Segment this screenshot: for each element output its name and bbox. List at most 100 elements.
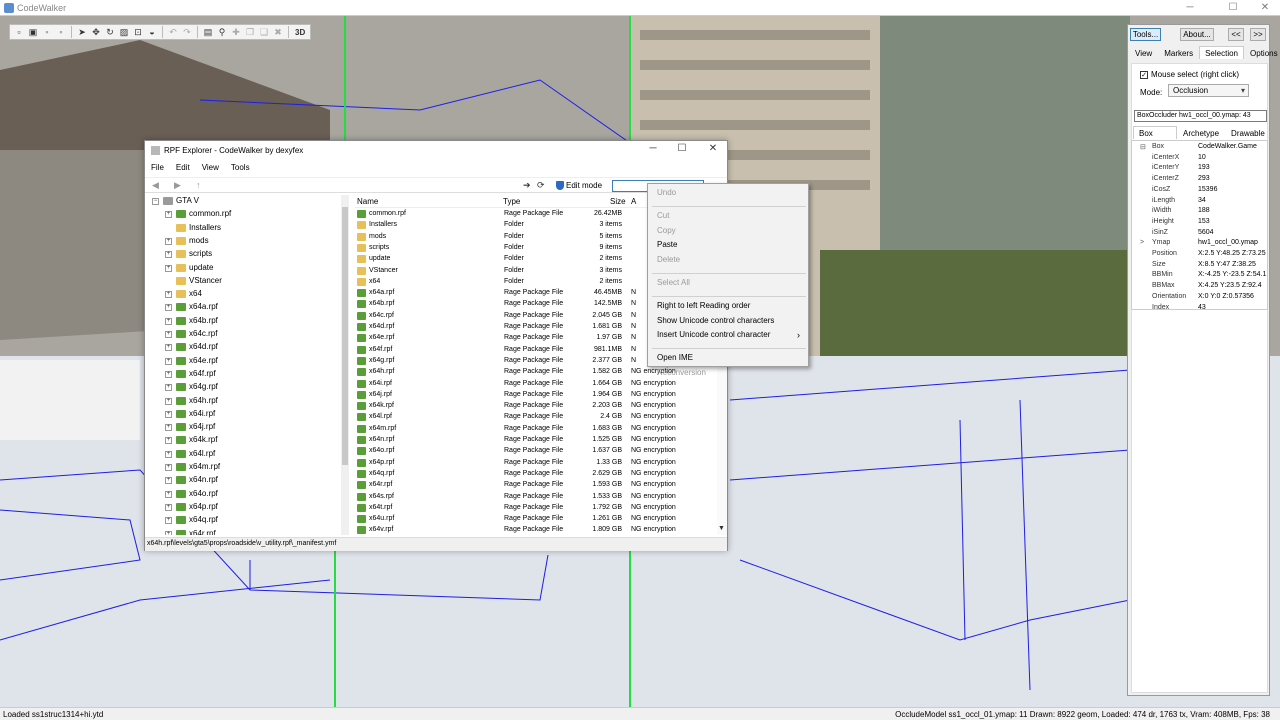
tree-item[interactable]: + x64r.rpf — [147, 528, 343, 535]
column-type[interactable]: Type — [503, 197, 520, 206]
property-row[interactable]: iLength 34 — [1132, 197, 1267, 207]
expand-icon[interactable]: + — [165, 490, 172, 498]
mode-3d-button[interactable]: 3D — [293, 26, 307, 38]
search-icon[interactable]: ⚲ — [216, 26, 228, 38]
about-button[interactable]: About... — [1180, 28, 1214, 41]
column-size[interactable]: Size — [610, 197, 626, 206]
expand-icon[interactable]: + — [165, 237, 172, 245]
tree-item[interactable]: + update — [147, 262, 343, 275]
redo-icon[interactable]: ↷ — [181, 26, 193, 38]
delete-icon[interactable]: ✖ — [272, 26, 284, 38]
property-row[interactable]: iCenterX 10 — [1132, 154, 1267, 164]
expand-icon[interactable]: + — [165, 424, 172, 432]
file-row[interactable]: x64k.rpf Rage Package File 2.203 GB NG encr… — [355, 401, 717, 412]
tree-item[interactable]: + scripts — [147, 248, 343, 261]
property-row[interactable]: BBMax X:4.25 Y:23.5 Z:92.4 — [1132, 282, 1267, 292]
tree-item[interactable]: + x64f.rpf — [147, 368, 343, 381]
tools-button[interactable]: Tools... — [1130, 28, 1161, 41]
expand-icon[interactable]: + — [165, 503, 172, 511]
prev-button[interactable]: << — [1228, 28, 1244, 41]
tree-item[interactable]: + x64m.rpf — [147, 461, 343, 474]
expand-icon[interactable]: + — [165, 357, 172, 365]
maximize-icon[interactable]: ☐ — [1223, 2, 1243, 13]
expand-icon[interactable]: + — [165, 450, 172, 458]
column-name[interactable]: Name — [357, 197, 378, 206]
collapse-icon[interactable]: − — [152, 198, 159, 205]
add-icon[interactable]: ✚ — [230, 26, 242, 38]
tree-item[interactable]: + x64d.rpf — [147, 341, 343, 354]
forward-icon[interactable]: ▶ — [174, 180, 181, 191]
property-row[interactable]: ⊟ Box CodeWalker.Game — [1132, 143, 1267, 153]
expand-icon[interactable]: + — [165, 437, 172, 445]
property-row[interactable]: Position X:2.5 Y:48.25 Z:73.25 — [1132, 250, 1267, 260]
expand-icon[interactable]: + — [165, 410, 172, 418]
undo-icon[interactable]: ↶ — [167, 26, 179, 38]
expand-icon[interactable]: + — [165, 304, 172, 312]
expand-icon[interactable]: + — [165, 397, 172, 405]
expand-icon[interactable]: + — [165, 344, 172, 352]
tree-item[interactable]: + x64o.rpf — [147, 488, 343, 501]
tree-root[interactable]: − GTA V — [147, 195, 343, 208]
property-row[interactable]: > Ymap hw1_occl_00.ymap — [1132, 239, 1267, 249]
snap-grid-icon[interactable]: ◒ — [146, 26, 158, 38]
close-icon[interactable]: ✕ — [1255, 2, 1275, 13]
scale-icon[interactable]: ▨ — [118, 26, 130, 38]
go-icon[interactable]: ➔ — [523, 180, 531, 191]
copy-icon[interactable]: ❐ — [244, 26, 256, 38]
file-row[interactable]: x64u.rpf Rage Package File 1.261 GB NG encr… — [355, 514, 717, 525]
expand-icon[interactable]: + — [165, 317, 172, 325]
file-row[interactable]: x64s.rpf Rage Package File 1.533 GB NG encr… — [355, 492, 717, 503]
expand-icon[interactable]: + — [165, 211, 172, 219]
tree-item[interactable]: + mods — [147, 235, 343, 248]
file-row[interactable]: x64t.rpf Rage Package File 1.792 GB NG encr… — [355, 503, 717, 514]
tree-item[interactable]: + common.rpf — [147, 208, 343, 221]
expand-icon[interactable]: + — [165, 517, 172, 525]
mode-select[interactable]: Occlusion — [1168, 84, 1249, 97]
property-row[interactable]: iWidth 188 — [1132, 207, 1267, 217]
tree-item[interactable]: + x64n.rpf — [147, 474, 343, 487]
tree-scroll-thumb[interactable] — [342, 207, 348, 465]
expand-icon[interactable]: > — [1140, 239, 1144, 246]
file-row[interactable]: x64r.rpf Rage Package File 1.593 GB NG encr… — [355, 480, 717, 491]
expand-icon[interactable]: + — [165, 464, 172, 471]
tree-item[interactable]: Installers — [147, 222, 343, 235]
expand-icon[interactable]: + — [165, 384, 172, 392]
property-row[interactable]: BBMin X:-4.25 Y:-23.5 Z:54.1 — [1132, 271, 1267, 281]
expand-icon[interactable]: ⊟ — [1140, 143, 1146, 151]
save-all-icon[interactable]: ▪ — [55, 26, 67, 38]
property-grid[interactable]: ⊟ Box CodeWalker.Game iCenterX 10 iCenterY 193… — [1131, 140, 1268, 310]
tree-item[interactable]: + x64k.rpf — [147, 434, 343, 447]
expand-icon[interactable]: + — [165, 251, 172, 259]
menu-item-show-unicode-control-characters[interactable]: Show Unicode control characters — [657, 316, 774, 325]
expand-icon[interactable]: + — [165, 264, 172, 272]
tab-view[interactable]: View — [1129, 46, 1158, 59]
open-icon[interactable]: ▣ — [27, 26, 39, 38]
snap-icon[interactable]: ⊡ — [132, 26, 144, 38]
edit-mode-button[interactable]: Edit mode — [556, 181, 602, 190]
tab-box-occluder[interactable]: Box Occluder — [1133, 126, 1178, 149]
file-row[interactable]: x64i.rpf Rage Package File 1.664 GB NG encr… — [355, 379, 717, 390]
tab-markers[interactable]: Markers — [1158, 46, 1199, 59]
paste-icon[interactable]: ❏ — [258, 26, 270, 38]
expand-icon[interactable]: + — [165, 477, 172, 485]
selected-item-field[interactable]: BoxOccluder hw1_occl_00.ymap: 43 — [1134, 110, 1267, 122]
tree-item[interactable]: + x64 — [147, 288, 343, 301]
property-row[interactable]: iHeight 153 — [1132, 218, 1267, 228]
next-button[interactable]: >> — [1250, 28, 1266, 41]
tab-archetype[interactable]: Archetype — [1177, 126, 1225, 139]
file-row[interactable]: x64p.rpf Rage Package File 1.33 GB NG encry… — [355, 458, 717, 469]
property-row[interactable]: Index 43 — [1132, 304, 1267, 310]
menu-item-right-to-left-reading-order[interactable]: Right to left Reading order — [657, 301, 750, 310]
info-icon[interactable]: ▤ — [202, 26, 214, 38]
back-icon[interactable]: ◀ — [152, 180, 159, 191]
expand-icon[interactable]: + — [165, 530, 172, 535]
minimize-icon[interactable]: ─ — [1180, 2, 1200, 13]
tree-item[interactable]: + x64i.rpf — [147, 408, 343, 421]
tree-item[interactable]: + x64b.rpf — [147, 315, 343, 328]
property-row[interactable]: Orientation X:0 Y:0 Z:0.57356 — [1132, 293, 1267, 303]
property-row[interactable]: iSinZ 5604 — [1132, 229, 1267, 239]
file-row[interactable]: x64j.rpf Rage Package File 1.964 GB NG encr… — [355, 390, 717, 401]
file-row[interactable]: x64q.rpf Rage Package File 2.629 GB NG encr… — [355, 469, 717, 480]
property-row[interactable]: iCosZ 15396 — [1132, 186, 1267, 196]
rotate-icon[interactable]: ↻ — [104, 26, 116, 38]
